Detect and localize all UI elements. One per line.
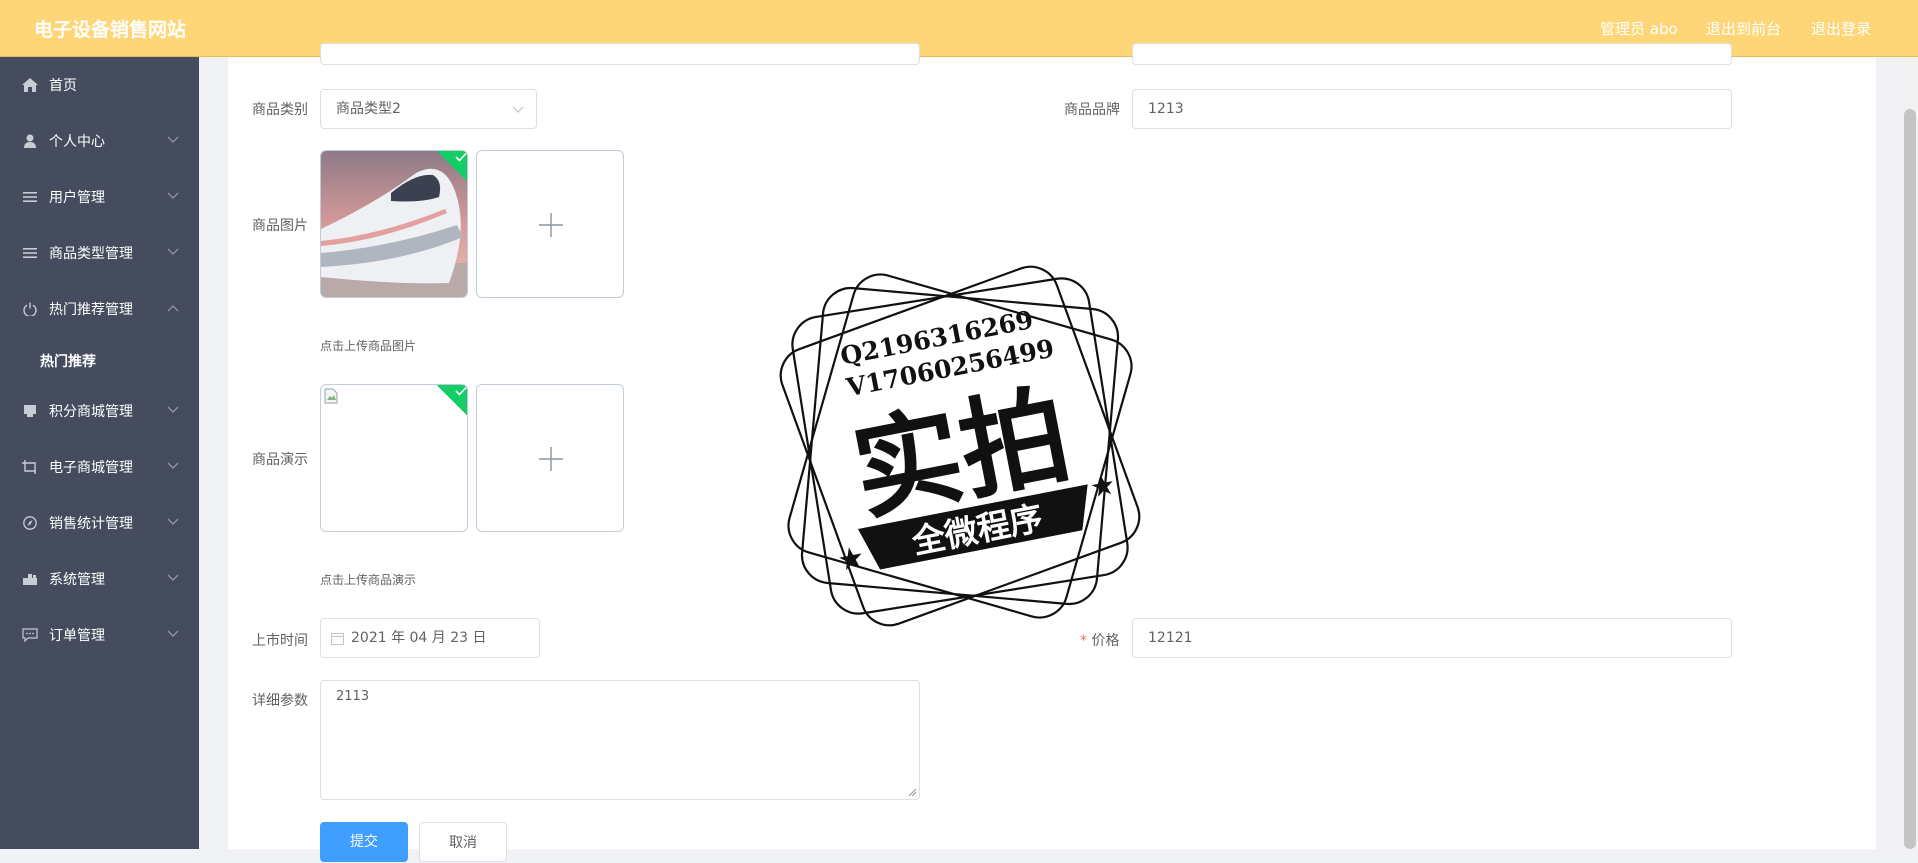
sidebar-item-home[interactable]: 首页 [0,57,199,113]
sidebar-item-label: 销售统计管理 [49,516,133,532]
brand-input[interactable]: 1213 [1132,89,1732,129]
image-upload-tip: 点击上传商品图片 [320,339,417,353]
sidebar-item-points-mall-management[interactable]: 积分商城管理 [0,383,199,439]
chevron-down-icon [167,248,179,255]
sidebar-item-label: 首页 [49,78,77,94]
sidebar-item-label: 电子商城管理 [49,460,133,476]
resize-handle-icon[interactable] [908,788,917,797]
sidebar-item-system-management[interactable]: 系统管理 [0,551,199,607]
upload-success-badge [435,385,467,417]
site-title: 电子设备销售网站 [34,19,187,41]
check-icon [455,386,467,396]
list-icon [23,248,37,258]
price-input[interactable]: 12121 [1132,618,1732,658]
product-image-label: 商品图片 [252,218,308,234]
sidebar-subitem-label: 热门推荐 [40,354,96,370]
brand-label: 商品品牌 [1064,102,1120,118]
star-icon: ★ [1087,467,1118,504]
sidebar-item-hot-recommend-management[interactable]: 热门推荐管理 [0,281,199,337]
chevron-down-icon [512,106,524,113]
sidebar-item-label: 积分商城管理 [49,404,133,420]
broken-image-icon [324,388,338,404]
sidebar-item-electronic-mall-management[interactable]: 电子商城管理 [0,439,199,495]
exit-to-front-link[interactable]: 退出到前台 [1706,18,1781,39]
chevron-down-icon [167,136,179,143]
sidebar-item-sales-statistics-management[interactable]: 销售统计管理 [0,495,199,551]
product-demo-label: 商品演示 [252,452,308,468]
sidebar-item-personal-center[interactable]: 个人中心 [0,113,199,169]
demo-upload-button[interactable] [476,384,624,532]
power-icon [23,302,37,316]
sidebar-subitem-hot-recommend[interactable]: 热门推荐 [0,337,199,383]
category-select[interactable]: 商品类型2 [320,89,537,129]
sidebar-item-label: 系统管理 [49,572,105,588]
uploaded-image-thumb[interactable] [320,150,468,298]
calendar-icon [331,633,344,645]
check-icon [455,152,467,162]
sidebar-menu: 首页 个人中心 用户管理 商品类型管理 热门推荐管理 热门推荐 积分商城管理 电… [0,57,199,849]
sidebar-item-user-management[interactable]: 用户管理 [0,169,199,225]
page-scrollbar[interactable] [1902,57,1918,849]
demo-upload-tip: 点击上传商品演示 [320,573,417,587]
category-select-value: 商品类型2 [336,101,401,117]
chevron-up-icon [167,305,179,312]
list-icon [23,192,37,202]
chevron-down-icon [167,518,179,525]
details-textarea[interactable]: 2113 [320,680,920,800]
cancel-button[interactable]: 取消 [419,822,507,862]
watermark-stamp: Q2196316269 V17060256499 实拍 全微程序 ★ ★ [779,265,1141,627]
crop-icon [22,460,36,474]
submit-button[interactable]: 提交 [320,822,408,862]
home-icon [22,78,38,92]
release-date-picker[interactable]: 2021 年 04 月 23 日 [320,618,540,658]
sidebar-item-label: 热门推荐管理 [49,302,133,318]
chat-icon [22,628,38,642]
sidebar-item-label: 订单管理 [49,628,105,644]
release-date-label: 上市时间 [252,633,308,649]
chevron-down-icon [167,192,179,199]
sidebar-item-label: 个人中心 [49,134,105,150]
release-date-value: 2021 年 04 月 23 日 [351,630,487,646]
chevron-down-icon [167,462,179,469]
plus-icon [539,447,563,471]
sidebar-item-order-management[interactable]: 订单管理 [0,607,199,663]
sidebar-item-label: 商品类型管理 [49,246,133,262]
previous-row-input-left[interactable] [320,43,920,65]
user-icon [24,134,36,148]
compass-icon [23,516,37,530]
logout-link[interactable]: 退出登录 [1811,18,1871,39]
plus-icon [539,213,563,237]
details-label: 详细参数 [252,693,308,709]
star-icon: ★ [835,540,868,579]
details-value: 2113 [336,689,370,704]
train-photo [321,151,467,297]
tools-icon [23,574,37,585]
current-user-label: 管理员 abo [1600,20,1678,38]
previous-row-input-right[interactable] [1132,43,1732,65]
category-label: 商品类别 [252,102,308,118]
sidebar-item-label: 用户管理 [49,190,105,206]
goods-icon [24,405,36,417]
scrollbar-thumb[interactable] [1904,109,1916,849]
chevron-down-icon [167,406,179,413]
image-upload-button[interactable] [476,150,624,298]
chevron-down-icon [167,574,179,581]
sidebar-item-category-management[interactable]: 商品类型管理 [0,225,199,281]
uploaded-demo-thumb[interactable] [320,384,468,532]
chevron-down-icon [167,630,179,637]
